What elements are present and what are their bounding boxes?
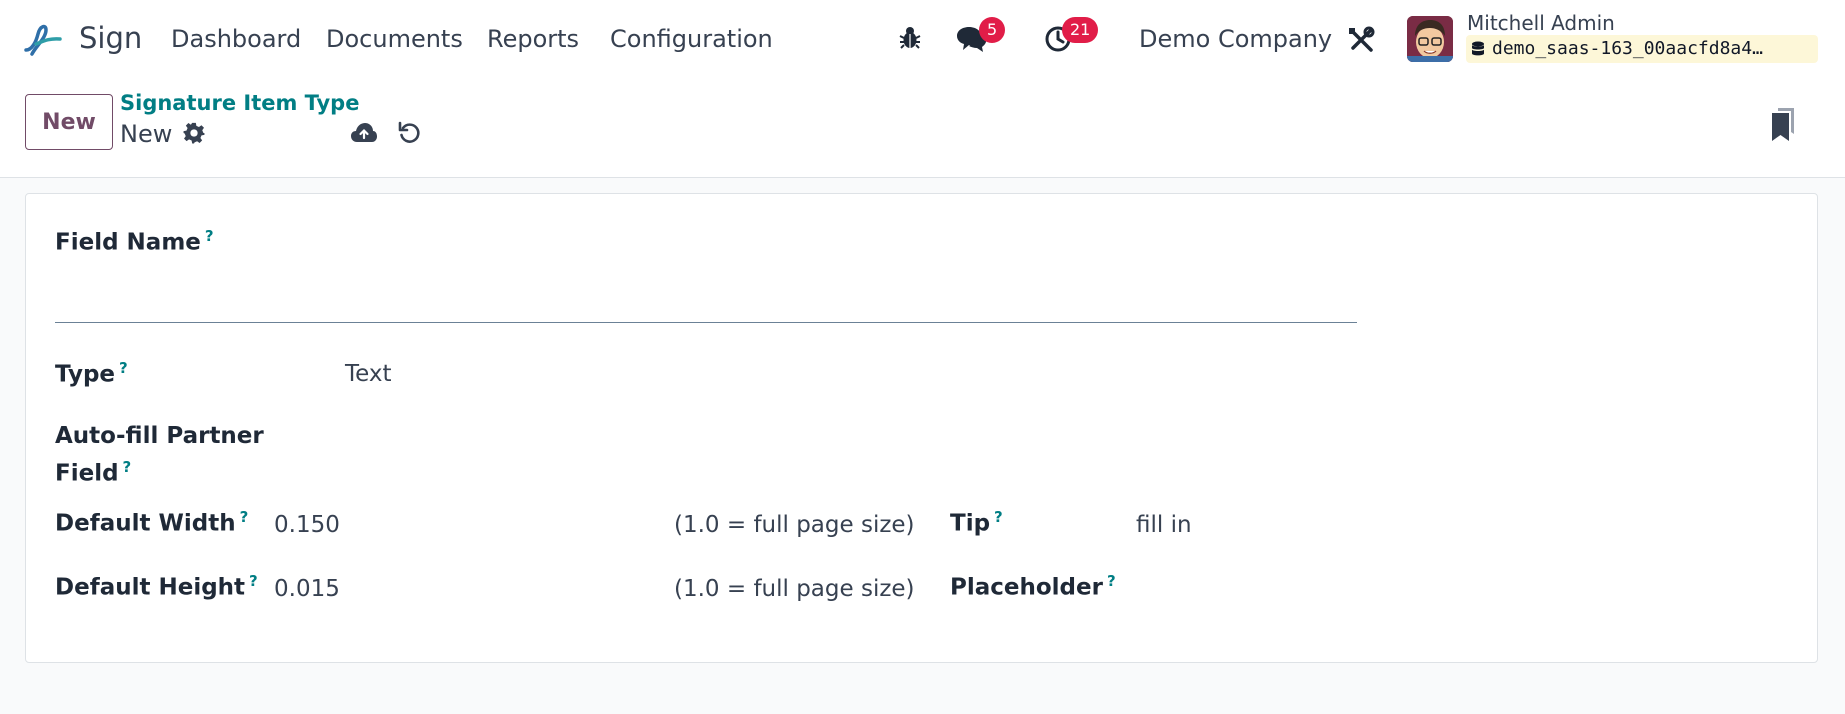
control-panel: New Signature Item Type New xyxy=(0,80,1845,178)
auto-fill-label: Field? xyxy=(55,458,132,487)
tip-help[interactable]: ? xyxy=(994,508,1003,526)
app-name[interactable]: Sign xyxy=(79,21,142,55)
top-navbar: Sign Dashboard Documents Reports Configu… xyxy=(0,0,1845,80)
undo-icon[interactable] xyxy=(397,120,423,146)
auto-fill-label-line1: Auto-fill Partner xyxy=(55,423,264,449)
menu-dashboard[interactable]: Dashboard xyxy=(171,25,301,53)
database-icon xyxy=(1472,41,1484,56)
record-title: New xyxy=(120,120,173,148)
default-height-hint: (1.0 = full page size) xyxy=(674,576,915,602)
type-label: Type? xyxy=(55,359,128,388)
bug-icon[interactable] xyxy=(898,25,922,51)
sign-logo-icon[interactable] xyxy=(22,20,64,60)
field-name-label: Field Name? xyxy=(55,227,214,256)
messages-badge: 5 xyxy=(979,17,1006,43)
form-sheet: Field Name? Type? Text Auto-fill Partner… xyxy=(25,193,1818,663)
placeholder-help[interactable]: ? xyxy=(1107,572,1116,590)
field-name-help[interactable]: ? xyxy=(205,227,214,245)
company-switcher[interactable]: Demo Company xyxy=(1139,25,1332,53)
tip-input[interactable]: fill in xyxy=(1136,512,1192,538)
activities-badge: 21 xyxy=(1062,17,1099,43)
default-width-help[interactable]: ? xyxy=(240,508,249,526)
menu-documents[interactable]: Documents xyxy=(326,25,463,53)
default-height-help[interactable]: ? xyxy=(249,572,258,590)
default-height-input[interactable]: 0.015 xyxy=(274,576,340,602)
default-width-input[interactable]: 0.150 xyxy=(274,512,340,538)
placeholder-input[interactable] xyxy=(1136,574,1736,610)
default-width-hint: (1.0 = full page size) xyxy=(674,512,915,538)
bookmark-icon[interactable] xyxy=(1770,108,1796,142)
default-height-label: Default Height? xyxy=(55,572,258,601)
type-select[interactable]: Text xyxy=(345,361,392,387)
auto-fill-field-input[interactable] xyxy=(345,427,945,463)
menu-reports[interactable]: Reports xyxy=(487,25,579,53)
gear-icon[interactable] xyxy=(183,122,205,144)
database-label: demo_saas-163_00aacfd8a4… xyxy=(1492,38,1763,59)
tools-icon[interactable] xyxy=(1347,26,1375,54)
database-name: demo_saas-163_00aacfd8a4… xyxy=(1466,35,1818,63)
avatar[interactable] xyxy=(1407,16,1453,62)
placeholder-label: Placeholder? xyxy=(950,572,1116,601)
auto-fill-help[interactable]: ? xyxy=(123,458,132,476)
new-button[interactable]: New xyxy=(25,94,113,150)
menu-configuration[interactable]: Configuration xyxy=(610,25,773,53)
breadcrumb[interactable]: Signature Item Type xyxy=(120,91,359,115)
user-name[interactable]: Mitchell Admin xyxy=(1467,11,1615,35)
cloud-upload-icon[interactable] xyxy=(350,122,378,144)
default-width-label: Default Width? xyxy=(55,508,249,537)
tip-label: Tip? xyxy=(950,508,1003,537)
field-name-input[interactable] xyxy=(55,259,1357,323)
type-help[interactable]: ? xyxy=(119,359,128,377)
